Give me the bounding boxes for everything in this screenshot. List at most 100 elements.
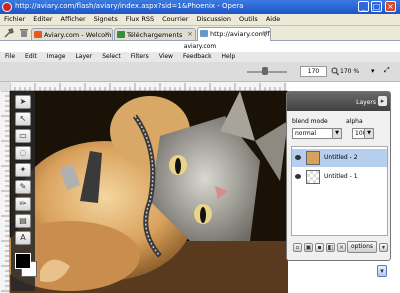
alpha-select[interactable]: 100 ▼ <box>352 128 374 139</box>
menu-edit[interactable]: Edit <box>20 52 42 62</box>
fullscreen-icon[interactable]: ⤢ <box>384 66 390 75</box>
layers-list: Untitled - 2 Untitled - 1 <box>291 146 388 236</box>
chevron-down-icon: ▼ <box>332 129 341 138</box>
tab-aviary-welcome[interactable]: Aviary.com - Welcome! × <box>31 28 113 40</box>
cat-photo <box>10 91 288 293</box>
menu-flux-rss[interactable]: Flux RSS <box>122 14 158 25</box>
arrow-select-tool[interactable]: ↖ <box>15 112 31 126</box>
layers-panel-header[interactable]: Layers ▸ <box>287 92 390 111</box>
layer-thumbnail <box>306 151 320 165</box>
pencil-icon: ✏ <box>19 199 27 208</box>
close-tab-icon[interactable]: × <box>187 30 193 38</box>
menu-afficher[interactable]: Afficher <box>57 14 90 25</box>
layers-panel: Layers ▸ blend mode alpha normal ▼ 100 ▼… <box>286 91 391 261</box>
close-tab-icon[interactable]: × <box>104 30 110 38</box>
tab-aviary-active[interactable]: http://aviary.com/fl... × <box>197 27 271 41</box>
vertical-ruler <box>0 90 10 293</box>
marquee-tool[interactable]: ▭ <box>15 129 31 143</box>
tab-telechargements[interactable]: Téléchargements × <box>114 28 196 40</box>
page-favicon-icon <box>34 31 42 38</box>
layer-thumbnail <box>306 170 320 184</box>
visibility-eye-icon[interactable] <box>295 155 301 160</box>
pencil-tool[interactable]: ✏ <box>15 197 31 211</box>
downloads-icon <box>117 31 125 38</box>
layer-name: Untitled - 1 <box>324 173 358 180</box>
window-title: http://aviary.com/flash/aviary/index.asp… <box>15 2 244 10</box>
arrow-select-icon: ↖ <box>19 114 27 123</box>
options-bar: 170 170 % ▾ ⤢ <box>0 62 400 82</box>
scroll-down-button[interactable]: ▾ <box>377 265 387 277</box>
chevron-down-icon[interactable]: ▾ <box>379 243 388 252</box>
menu-file[interactable]: File <box>0 52 20 62</box>
menu-image[interactable]: Image <box>42 52 71 62</box>
page-url-text: aviary.com <box>183 43 217 50</box>
magnifier-icon[interactable] <box>331 67 339 76</box>
zoom-percent: 170 % <box>340 68 360 75</box>
menu-signets[interactable]: Signets <box>90 14 122 25</box>
collapse-panel-icon[interactable]: ▸ <box>378 96 387 106</box>
maximize-button[interactable]: □ <box>371 1 382 12</box>
menu-feedback[interactable]: Feedback <box>178 52 217 62</box>
tools-icon[interactable] <box>4 28 14 38</box>
menu-layer[interactable]: Layer <box>70 52 97 62</box>
wand-tool[interactable]: ✦ <box>15 163 31 177</box>
zoom-slider-handle[interactable] <box>262 67 268 75</box>
duplicate-layer-icon[interactable]: ▣ <box>304 243 313 252</box>
marquee-icon: ▭ <box>19 131 27 140</box>
zoom-input[interactable]: 170 <box>300 66 327 77</box>
close-button[interactable]: × <box>385 1 396 12</box>
tab-label: Téléchargements <box>127 31 183 39</box>
chevron-down-icon: ▼ <box>364 129 373 138</box>
delete-layer-icon[interactable]: × <box>337 243 346 252</box>
tab-label: Aviary.com - Welcome! <box>44 31 113 39</box>
layers-panel-title: Layers <box>356 99 376 106</box>
text-tool[interactable]: A <box>15 231 31 245</box>
trash-icon[interactable] <box>19 28 29 38</box>
gradient-tool[interactable]: ▤ <box>15 214 31 228</box>
text-icon: A <box>20 233 26 242</box>
page-favicon-icon <box>200 30 208 37</box>
menu-discussion[interactable]: Discussion <box>192 14 235 25</box>
menu-view[interactable]: View <box>154 52 178 62</box>
opera-logo-icon <box>2 2 12 12</box>
pointer-icon: ➤ <box>19 97 27 106</box>
page-url-bar: aviary.com <box>0 41 400 52</box>
image-canvas[interactable] <box>10 91 288 293</box>
menu-outils[interactable]: Outils <box>235 14 262 25</box>
pointer-tool[interactable]: ➤ <box>15 95 31 109</box>
menu-courrier[interactable]: Courrier <box>158 14 192 25</box>
tab-bar: Aviary.com - Welcome! × Téléchargements … <box>0 26 400 41</box>
minimize-button[interactable]: _ <box>358 1 369 12</box>
blend-mode-value: normal <box>295 130 317 137</box>
fit-screen-icon[interactable]: ▾ <box>371 67 375 75</box>
new-layer-icon[interactable]: ▫ <box>293 243 302 252</box>
blend-mode-select[interactable]: normal ▼ <box>292 128 342 139</box>
wand-icon: ✦ <box>19 165 27 174</box>
options-button[interactable]: options <box>347 241 377 253</box>
menu-help[interactable]: Help <box>217 52 241 62</box>
menu-editer[interactable]: Editer <box>29 14 56 25</box>
menu-filters[interactable]: Filters <box>126 52 154 62</box>
layer-name: Untitled - 2 <box>324 154 358 161</box>
merge-layer-icon[interactable]: ◧ <box>326 243 335 252</box>
layer-row-untitled-2[interactable]: Untitled - 2 <box>292 149 387 167</box>
menu-fichier[interactable]: Fichier <box>0 14 29 25</box>
lock-icon[interactable]: ▪ <box>315 243 324 252</box>
foreground-color-swatch[interactable] <box>15 253 31 269</box>
layer-row-untitled-1[interactable]: Untitled - 1 <box>292 168 387 186</box>
menu-aide[interactable]: Aide <box>262 14 284 25</box>
close-tab-icon[interactable]: × <box>262 29 268 37</box>
ruler-corner <box>0 82 10 91</box>
visibility-eye-icon[interactable] <box>295 174 301 179</box>
horizontal-ruler <box>9 82 287 91</box>
brush-icon: ✎ <box>19 182 27 191</box>
brush-tool[interactable]: ✎ <box>15 180 31 194</box>
lasso-tool[interactable]: ◌ <box>15 146 31 160</box>
blend-mode-label: blend mode <box>292 118 328 125</box>
window-titlebar: http://aviary.com/flash/aviary/index.asp… <box>0 0 400 14</box>
menu-select[interactable]: Select <box>97 52 126 62</box>
browser-menubar: Fichier Editer Afficher Signets Flux RSS… <box>0 14 400 26</box>
gradient-icon: ▤ <box>19 216 27 225</box>
lasso-icon: ◌ <box>19 148 27 157</box>
aviary-menubar: File Edit Image Layer Select Filters Vie… <box>0 52 400 62</box>
